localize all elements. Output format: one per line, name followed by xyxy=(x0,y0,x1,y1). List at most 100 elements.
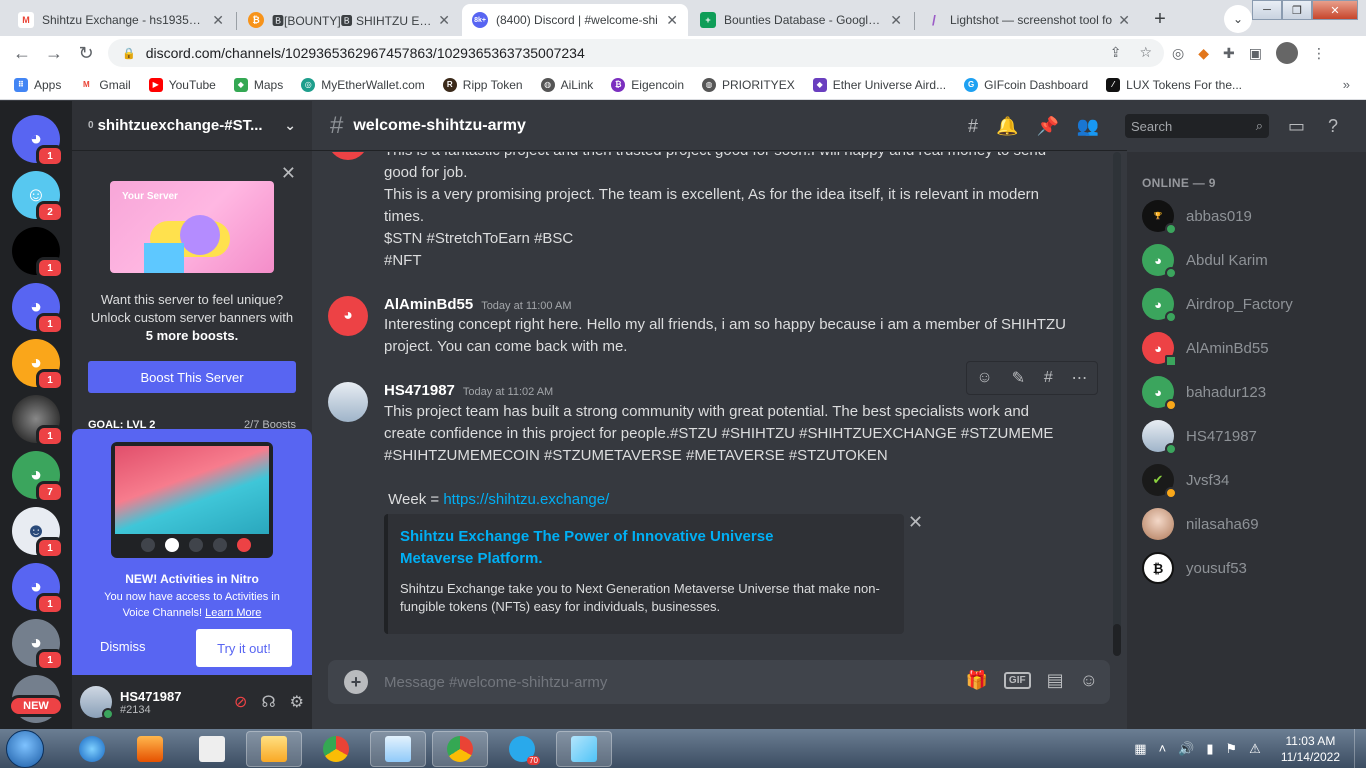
browser-tab[interactable]: + Bounties Database - Google S ✕ xyxy=(690,4,912,36)
taskbar-app-screenshot[interactable] xyxy=(556,731,612,767)
flag-icon[interactable]: ⚑ xyxy=(1226,741,1238,757)
scrollbar-thumb[interactable] xyxy=(1113,624,1121,656)
member-item[interactable]: ◕ Airdrop_Factory xyxy=(1142,284,1362,324)
bookmark-maps[interactable]: ◆ Maps xyxy=(233,77,283,92)
kebab-menu-icon[interactable]: ⋮ xyxy=(1312,45,1326,62)
member-item[interactable]: ◕ AlAminBd55 xyxy=(1142,328,1362,368)
more-icon[interactable]: ⋯ xyxy=(1072,368,1088,388)
close-icon[interactable]: ✕ xyxy=(438,12,450,29)
minimize-button[interactable]: ─ xyxy=(1252,0,1282,20)
bookmark-apps[interactable]: ⠿ Apps xyxy=(14,77,61,92)
thread-icon[interactable]: # xyxy=(1044,369,1053,387)
taskbar-clock[interactable]: 11:03 AM 11/14/2022 xyxy=(1281,733,1340,765)
server-icon[interactable]: ◕ 7 xyxy=(12,451,64,503)
member-item[interactable]: ◕ Abdul Karim xyxy=(1142,240,1362,280)
browser-tab[interactable]: M Shihtzu Exchange - hs1935773 ✕ xyxy=(8,4,234,36)
member-item[interactable]: ◕ bahadur123 xyxy=(1142,372,1362,412)
address-bar[interactable]: 🔒 discord.com/channels/10293653629674578… xyxy=(108,39,1164,67)
bookmark-eigencoin[interactable]: ₿ Eigencoin xyxy=(611,77,684,92)
dismiss-button[interactable]: Dismiss xyxy=(100,639,146,654)
tab-search-button[interactable]: ⌄ xyxy=(1224,5,1252,33)
add-reaction-icon[interactable]: ☺ xyxy=(976,369,992,387)
threads-icon[interactable]: # xyxy=(968,116,978,137)
mic-muted-icon[interactable]: ⊘ xyxy=(234,692,247,712)
member-item[interactable]: HS471987 xyxy=(1142,416,1362,456)
show-desktop-button[interactable] xyxy=(1354,729,1366,768)
user-info[interactable]: HS471987 #2134 xyxy=(120,689,181,716)
browser-tab[interactable]: / Lightshot — screenshot tool fo ✕ xyxy=(916,4,1140,36)
member-item[interactable]: ✔ Jvsf34 xyxy=(1142,460,1362,500)
embed-title[interactable]: Shihtzu Exchange The Power of Innovative… xyxy=(400,526,840,570)
gif-button[interactable]: GIF xyxy=(1003,672,1031,689)
forward-button[interactable]: → xyxy=(38,37,70,69)
close-icon[interactable]: ✕ xyxy=(281,163,296,184)
bookmark-ripp[interactable]: R Ripp Token xyxy=(442,77,523,92)
bookmark-gmail[interactable]: M Gmail xyxy=(79,77,131,92)
avatar[interactable] xyxy=(328,152,368,160)
server-icon[interactable]: 1 xyxy=(12,395,64,447)
taskbar-app-telegram[interactable]: 70 xyxy=(494,731,550,767)
taskbar-app-explorer[interactable] xyxy=(246,731,302,767)
taskbar-app-chrome-active[interactable] xyxy=(432,731,488,767)
headphones-icon[interactable]: ☊ xyxy=(261,692,275,712)
member-item[interactable]: nilasaha69 xyxy=(1142,504,1362,544)
try-it-out-button[interactable]: Try it out! xyxy=(196,629,292,667)
message-author[interactable]: AlAminBd55 xyxy=(384,296,473,313)
close-window-button[interactable]: ✕ xyxy=(1312,0,1358,20)
pin-icon[interactable]: 📌 xyxy=(1036,116,1058,137)
bookmark-ether-universe[interactable]: ◆ Ether Universe Aird... xyxy=(812,77,946,92)
inbox-icon[interactable]: ▭ xyxy=(1288,116,1305,137)
member-item[interactable]: ₿ yousuf53 xyxy=(1142,548,1362,588)
bookmark-ailink[interactable]: ◍ AiLink xyxy=(540,77,593,92)
bookmark-gifcoin[interactable]: G GIFcoin Dashboard xyxy=(964,77,1088,92)
start-button[interactable] xyxy=(6,730,44,768)
close-icon[interactable]: ✕ xyxy=(1118,12,1130,29)
volume-icon[interactable]: 🔊 xyxy=(1178,741,1194,757)
edit-icon[interactable]: ✎ xyxy=(1012,368,1025,388)
message-link[interactable]: https://shihtzu.exchange/ xyxy=(443,491,609,508)
avatar[interactable]: ◕ xyxy=(328,296,368,336)
restore-button[interactable]: ❐ xyxy=(1282,0,1312,20)
chevron-right-icon[interactable]: » xyxy=(1343,77,1350,92)
taskbar-app-ie[interactable] xyxy=(64,731,120,767)
close-icon[interactable]: ✕ xyxy=(890,12,902,29)
search-input[interactable]: Search ⌕ xyxy=(1125,114,1269,138)
members-icon[interactable]: 👥 xyxy=(1077,116,1099,137)
taskbar-app-media[interactable] xyxy=(122,731,178,767)
server-icon[interactable]: ◕ 1 xyxy=(12,563,64,615)
server-icon[interactable]: ◕ 1 xyxy=(12,115,64,167)
profile-avatar[interactable] xyxy=(1275,42,1298,64)
plus-icon[interactable]: + xyxy=(344,670,368,694)
taskbar-app-paint[interactable] xyxy=(370,731,426,767)
bookmark-youtube[interactable]: ▶ YouTube xyxy=(148,77,216,92)
bookmark-priorityex[interactable]: ◍ PRIORITYEX xyxy=(702,77,795,92)
message-composer[interactable]: + Message #welcome-shihtzu-army 🎁 GIF ▤ … xyxy=(328,660,1110,704)
taskbar-app-chrome[interactable] xyxy=(308,731,364,767)
emoji-icon[interactable]: ☺ xyxy=(1080,670,1098,691)
scrollbar[interactable] xyxy=(1113,152,1121,640)
member-item[interactable]: 🏆 abbas019 xyxy=(1142,196,1362,236)
server-header[interactable]: 0 shihtzuexchange-#ST... ⌄ xyxy=(72,101,312,151)
reload-button[interactable]: ↻ xyxy=(70,37,102,69)
close-icon[interactable]: ✕ xyxy=(666,12,678,29)
bell-icon[interactable]: 🔔 xyxy=(996,116,1018,137)
bookmark-lux[interactable]: ⁄ LUX Tokens For the... xyxy=(1106,77,1242,92)
signal-icon[interactable]: ▮ xyxy=(1206,741,1213,757)
server-icon[interactable]: ☺ 2 xyxy=(12,171,64,223)
browser-tab[interactable]: ₿ 🅱[BOUNTY]🅱 SHIHTZU Exchan ✕ xyxy=(238,4,460,36)
chevron-up-icon[interactable]: ˄ xyxy=(1159,741,1167,756)
bookmark-mew[interactable]: ◎ MyEtherWallet.com xyxy=(301,77,425,92)
extension-icon[interactable]: ◎ xyxy=(1172,45,1184,62)
network-icon[interactable]: ▦ xyxy=(1134,741,1146,757)
avatar[interactable] xyxy=(80,686,114,720)
server-icon[interactable]: ◕ 1 xyxy=(12,619,64,671)
learn-more-link[interactable]: Learn More xyxy=(205,607,261,619)
help-icon[interactable]: ? xyxy=(1328,116,1338,137)
server-icon[interactable]: 1 xyxy=(12,227,64,279)
metamask-icon[interactable]: ◆ xyxy=(1198,45,1209,62)
message-author[interactable]: HS471987 xyxy=(384,382,455,399)
server-icon[interactable]: ☻ 1 xyxy=(12,507,64,559)
close-icon[interactable]: ✕ xyxy=(212,12,224,29)
puzzle-icon[interactable]: ✚ xyxy=(1223,45,1235,62)
taskbar-app-calculator[interactable] xyxy=(184,731,240,767)
